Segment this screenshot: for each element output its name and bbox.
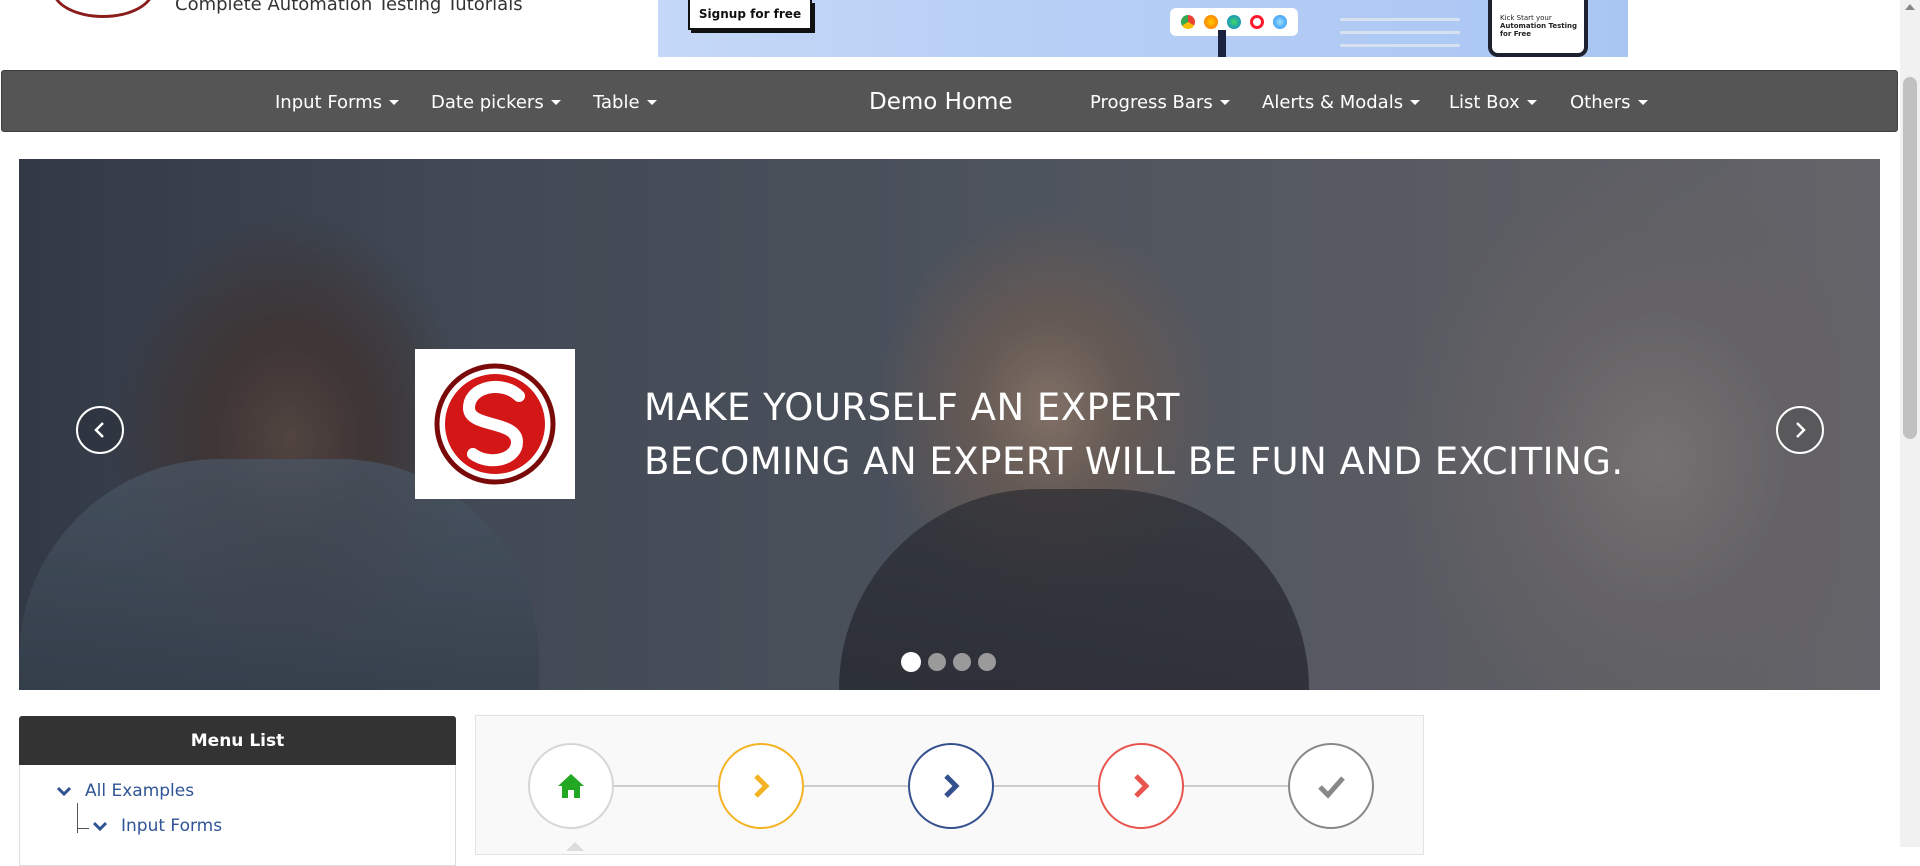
step-2[interactable] [718, 743, 804, 829]
step-connector [1182, 785, 1288, 787]
scroll-up-arrow-icon[interactable] [1905, 4, 1915, 10]
nav-label: Others [1570, 91, 1631, 113]
opera-icon [1250, 15, 1265, 29]
site-tagline: Complete Automation Testing Tutorials [175, 0, 523, 15]
nav-label: Input Forms [275, 91, 383, 113]
tree-item-label: Input Forms [121, 816, 223, 836]
tree-item-input-forms[interactable]: Input Forms [93, 816, 222, 836]
caret-down-icon [550, 99, 561, 105]
nav-input-forms[interactable]: Input Forms [275, 71, 400, 133]
step-5[interactable] [1288, 743, 1374, 829]
ad-signup-button[interactable]: Signup for free [688, 0, 812, 30]
caret-down-icon [1219, 99, 1230, 105]
nav-date-pickers[interactable]: Date pickers [431, 71, 561, 133]
chevron-right-icon [1796, 422, 1806, 438]
nav-list-box[interactable]: List Box [1449, 71, 1537, 133]
step-connector [612, 785, 718, 787]
nav-label: Progress Bars [1090, 91, 1213, 113]
scroll-thumb[interactable] [1903, 77, 1917, 439]
carousel-indicator[interactable] [978, 653, 996, 671]
hero-carousel: MAKE YOURSELF AN EXPERT BECOMING AN EXPE… [19, 159, 1880, 690]
nav-table[interactable]: Table [593, 71, 657, 133]
carousel-indicator[interactable] [953, 653, 971, 671]
caret-down-icon [389, 99, 400, 105]
caret-down-icon [1526, 99, 1537, 105]
carousel-prev-button[interactable] [76, 406, 124, 454]
step-connector [802, 785, 908, 787]
nav-alerts-modals[interactable]: Alerts & Modals [1262, 71, 1421, 133]
ad-phone-mockup: Kick Start your Automation Testing for F… [1488, 0, 1588, 57]
caret-down-icon [1637, 99, 1648, 105]
chevron-right-icon [944, 774, 960, 798]
browser-icons-strip [1170, 8, 1298, 36]
step-connector [992, 785, 1098, 787]
main-navbar: Input Forms Date pickers Table Demo Home… [1, 70, 1898, 132]
site-logo[interactable] [52, 0, 154, 18]
tree-item-all-examples[interactable]: All Examples [57, 781, 194, 801]
menu-list-title: Menu List [19, 716, 456, 765]
carousel-caption-line2: BECOMING AN EXPERT WILL BE FUN AND EXCIT… [644, 440, 1624, 483]
nav-others[interactable]: Others [1570, 71, 1648, 133]
step-home[interactable] [528, 743, 614, 829]
ad-phone-line3: for Free [1500, 30, 1532, 38]
chevron-left-icon [94, 422, 104, 438]
top-header: Complete Automation Testing Tutorials Si… [0, 0, 1900, 70]
firefox-icon [1203, 15, 1218, 29]
tree-item-label: All Examples [85, 781, 195, 801]
chevron-right-icon [1134, 774, 1150, 798]
chevron-down-icon [93, 821, 107, 832]
carousel-next-button[interactable] [1776, 406, 1824, 454]
edge-icon [1226, 15, 1241, 29]
nav-label: List Box [1449, 91, 1520, 113]
carousel-indicator[interactable] [901, 652, 921, 672]
page-scrollbar[interactable] [1900, 0, 1920, 847]
step-3[interactable] [908, 743, 994, 829]
caret-down-icon [646, 99, 657, 105]
home-icon [558, 774, 584, 798]
nav-label: Alerts & Modals [1262, 91, 1404, 113]
ad-phone-line1: Kick Start your [1500, 14, 1552, 22]
progress-stepper [475, 715, 1424, 855]
caret-down-icon [1410, 99, 1421, 105]
step-4[interactable] [1098, 743, 1184, 829]
carousel-indicator[interactable] [928, 653, 946, 671]
ad-decorative-lines [1340, 8, 1460, 57]
chrome-icon [1180, 15, 1195, 29]
tree-connector [77, 828, 89, 829]
chevron-right-icon [754, 774, 770, 798]
safari-icon [1273, 15, 1288, 29]
ad-banner[interactable]: Signup for free Kick Start your Automati… [658, 0, 1628, 57]
carousel-indicators [901, 652, 996, 672]
brand-s-logo-icon [434, 363, 556, 485]
menu-list-panel: Menu List All Examples Input Forms [19, 716, 456, 866]
menu-tree: All Examples Input Forms [19, 765, 456, 866]
brand-logo [415, 349, 575, 499]
nav-label: Date pickers [431, 91, 544, 113]
nav-progress-bars[interactable]: Progress Bars [1090, 71, 1230, 133]
check-icon [1318, 776, 1345, 799]
ad-device-edge [1218, 30, 1226, 57]
chevron-down-icon [57, 786, 71, 797]
carousel-caption: MAKE YOURSELF AN EXPERT BECOMING AN EXPE… [644, 381, 1624, 489]
nav-demo-home[interactable]: Demo Home [869, 71, 1013, 133]
ad-phone-line2: Automation Testing [1500, 22, 1578, 30]
carousel-caption-line1: MAKE YOURSELF AN EXPERT [644, 386, 1180, 429]
nav-label: Table [593, 91, 640, 113]
